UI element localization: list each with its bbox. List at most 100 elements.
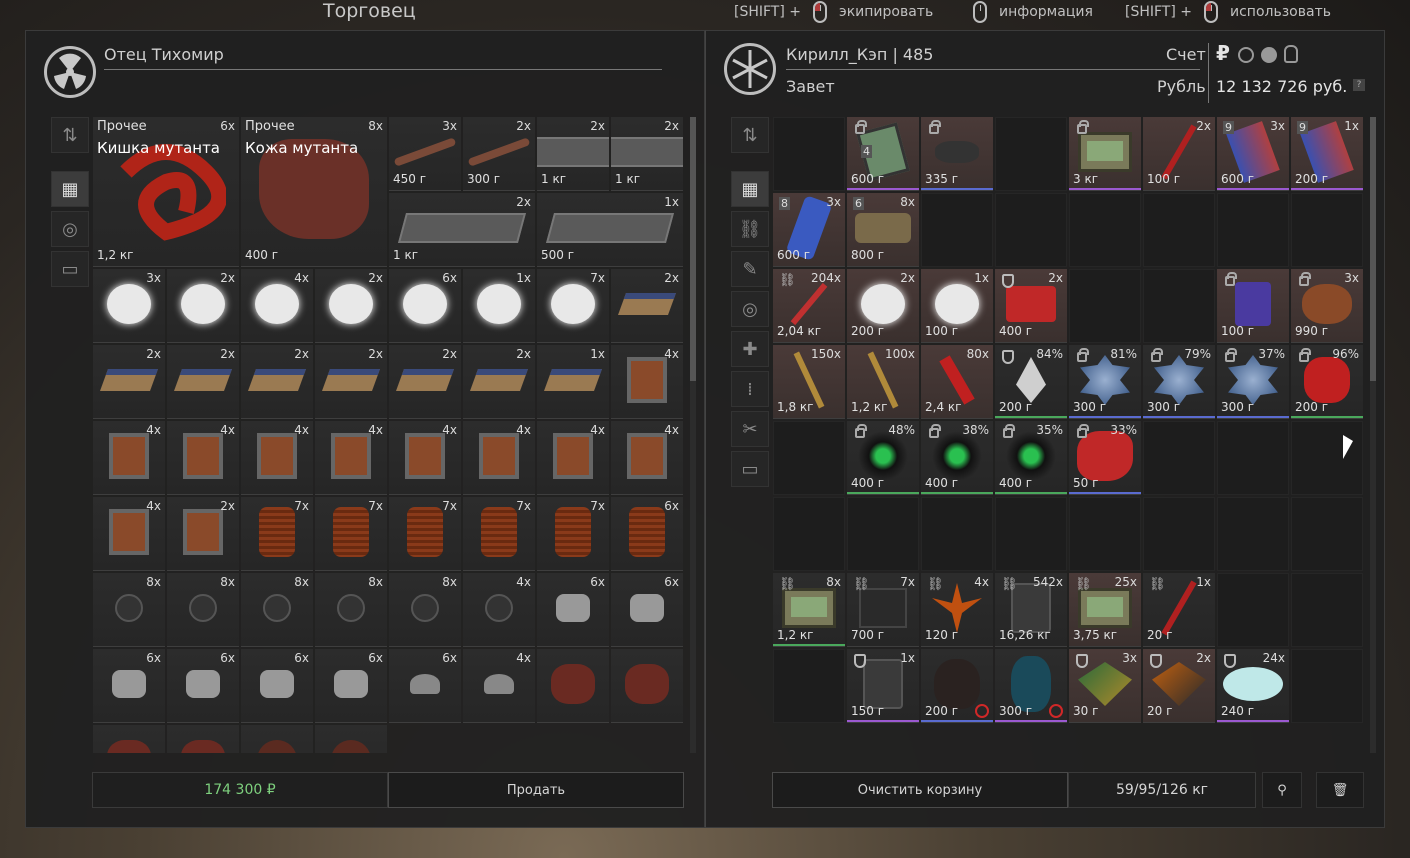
inventory-item[interactable]: 3x 600 г 9 <box>1217 117 1289 191</box>
help-icon[interactable]: ? <box>1353 79 1365 91</box>
inventory-item[interactable]: 7x <box>463 497 535 571</box>
inventory-item[interactable]: 4x <box>611 345 683 419</box>
inventory-item[interactable]: 1x 150 г <box>847 649 919 723</box>
inventory-item[interactable]: 2x <box>167 497 239 571</box>
inventory-item[interactable]: 2x <box>463 345 535 419</box>
inventory-item[interactable]: 7x 700 г ⛓ <box>847 573 919 647</box>
inventory-item[interactable]: 81% 300 г <box>1069 345 1141 419</box>
inventory-item[interactable]: 300 г <box>995 649 1067 723</box>
trash-icon[interactable]: 🗑 <box>1316 772 1364 808</box>
inventory-item[interactable]: 3x 990 г <box>1291 269 1363 343</box>
inventory-item[interactable]: 1x 100 г <box>921 269 993 343</box>
inventory-item[interactable]: 600 г 4 <box>847 117 919 191</box>
inventory-item[interactable]: 4x <box>463 421 535 495</box>
inventory-item[interactable]: 2x 200 г <box>847 269 919 343</box>
inventory-item[interactable]: 7x <box>315 497 387 571</box>
inventory-item[interactable]: 4x <box>463 573 535 647</box>
inventory-item[interactable]: 2x <box>611 269 683 343</box>
inventory-item[interactable]: 8x <box>241 573 313 647</box>
inventory-item[interactable] <box>315 725 387 753</box>
inventory-item[interactable]: 335 г <box>921 117 993 191</box>
inventory-item[interactable]: 1x 500 г <box>537 193 683 267</box>
sort-icon[interactable]: ⇅ <box>51 117 89 153</box>
inventory-item[interactable]: 8x 1,2 кг ⛓ <box>773 573 845 647</box>
storage-icon[interactable]: ▭ <box>51 251 89 287</box>
inventory-item[interactable]: 48% 400 г <box>847 421 919 495</box>
inventory-item[interactable]: 1x 20 г ⛓ <box>1143 573 1215 647</box>
inventory-item[interactable]: Прочее Кожа мутанта 8x 400 г <box>241 117 387 267</box>
inventory-item[interactable]: 4x <box>537 421 609 495</box>
inventory-item[interactable]: 8x 800 г 6 <box>847 193 919 267</box>
inventory-item[interactable]: 3x 450 г <box>389 117 461 191</box>
scroll-thumb[interactable] <box>690 117 696 381</box>
inventory-item[interactable]: 4x <box>611 421 683 495</box>
inventory-item[interactable] <box>537 649 609 723</box>
inventory-item[interactable]: 7x <box>241 497 313 571</box>
inventory-item[interactable]: 204x 2,04 кг ⛓ <box>773 269 845 343</box>
inventory-item[interactable]: 7x <box>537 497 609 571</box>
inventory-item[interactable]: 6x <box>537 573 609 647</box>
inventory-item[interactable]: 1x <box>537 345 609 419</box>
inventory-item[interactable]: 2x <box>167 345 239 419</box>
inventory-item[interactable]: 4x <box>241 269 313 343</box>
inventory-item[interactable]: 6x <box>241 649 313 723</box>
inventory-item[interactable]: 33% 50 г <box>1069 421 1141 495</box>
inventory-item[interactable]: 6x <box>167 649 239 723</box>
inventory-item[interactable]: 2x 1 кг <box>611 117 683 191</box>
inventory-item[interactable]: 6x <box>315 649 387 723</box>
inventory-item[interactable]: 8x <box>389 573 461 647</box>
inventory-item[interactable]: 8x <box>167 573 239 647</box>
inventory-item[interactable]: 3x <box>93 269 165 343</box>
artifact-filter-icon[interactable]: ◎ <box>731 291 769 327</box>
medkit-filter-icon[interactable]: ✚ <box>731 331 769 367</box>
storage-icon[interactable]: ▭ <box>731 451 769 487</box>
artifact-filter-icon[interactable]: ◎ <box>51 211 89 247</box>
inventory-item[interactable]: 79% 300 г <box>1143 345 1215 419</box>
inventory-item[interactable] <box>241 725 313 753</box>
inventory-item[interactable]: 4x <box>241 421 313 495</box>
inventory-item[interactable]: 35% 400 г <box>995 421 1067 495</box>
inventory-item[interactable]: 8x <box>315 573 387 647</box>
inventory-item[interactable]: 3 кг <box>1069 117 1141 191</box>
inventory-item[interactable]: 2x <box>93 345 165 419</box>
compass-icon[interactable] <box>1261 47 1277 63</box>
weight-icon[interactable]: ⚲ <box>1262 772 1302 808</box>
inventory-item[interactable] <box>93 725 165 753</box>
inventory-item[interactable]: 2x 300 г <box>463 117 535 191</box>
inventory-item[interactable] <box>167 725 239 753</box>
inventory-item[interactable] <box>611 649 683 723</box>
tools-filter-icon[interactable]: ✂ <box>731 411 769 447</box>
weapon-filter-icon[interactable]: ✎ <box>731 251 769 287</box>
inventory-item[interactable]: 4x 120 г ⛓ <box>921 573 993 647</box>
inventory-item[interactable]: 84% 200 г <box>995 345 1067 419</box>
inventory-item[interactable]: 2x 100 г <box>1143 117 1215 191</box>
inventory-item[interactable]: 37% 300 г <box>1217 345 1289 419</box>
inventory-item[interactable]: 8x <box>93 573 165 647</box>
inventory-item[interactable]: 2x 400 г <box>995 269 1067 343</box>
inventory-item[interactable]: 2x <box>315 269 387 343</box>
trader-scrollbar[interactable] <box>690 117 696 753</box>
inventory-item[interactable]: 6x <box>611 497 683 571</box>
grid-view-icon[interactable]: ▦ <box>51 171 89 207</box>
inventory-item[interactable]: 6x <box>611 573 683 647</box>
player-scrollbar[interactable] <box>1370 117 1376 753</box>
inventory-item[interactable]: 25x 3,75 кг ⛓ <box>1069 573 1141 647</box>
grid-view-icon[interactable]: ▦ <box>731 171 769 207</box>
inventory-item[interactable]: 4x <box>167 421 239 495</box>
inventory-item[interactable]: 4x <box>389 421 461 495</box>
inventory-item[interactable]: 2x 1 кг <box>537 117 609 191</box>
inventory-item[interactable]: 200 г <box>921 649 993 723</box>
clear-cart-button[interactable]: Очистить корзину <box>772 772 1068 808</box>
inventory-item[interactable]: 1x <box>463 269 535 343</box>
inventory-item[interactable]: 2x 1 кг <box>389 193 535 267</box>
inventory-item[interactable]: 2x <box>389 345 461 419</box>
inventory-item[interactable]: 38% 400 г <box>921 421 993 495</box>
inventory-item[interactable]: 1x 200 г 9 <box>1291 117 1363 191</box>
inventory-item[interactable]: 100 г <box>1217 269 1289 343</box>
inventory-item[interactable]: 6x <box>93 649 165 723</box>
inventory-item[interactable]: 80x 2,4 кг <box>921 345 993 419</box>
inventory-item[interactable]: 24x 240 г <box>1217 649 1289 723</box>
inventory-item[interactable]: 542x 16,26 кг ⛓ <box>995 573 1067 647</box>
inventory-item[interactable]: 7x <box>389 497 461 571</box>
inventory-item[interactable]: 96% 200 г <box>1291 345 1363 419</box>
